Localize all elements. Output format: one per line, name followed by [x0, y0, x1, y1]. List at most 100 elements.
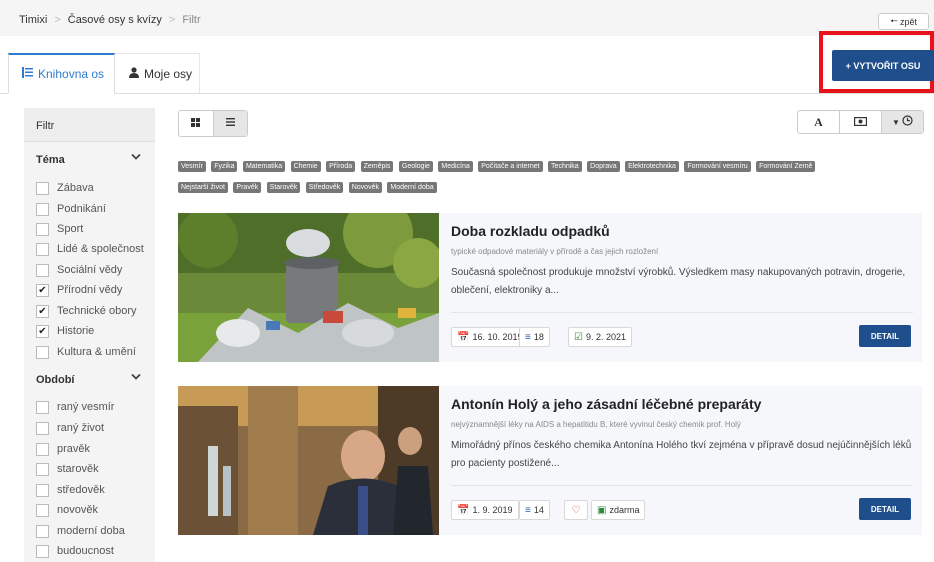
- card-description: Mimořádný přínos českého chemika Antonín…: [451, 440, 912, 469]
- filter-option-lide-spolecnost[interactable]: Lidé & společnost: [36, 240, 144, 258]
- tag[interactable]: Vesmír: [178, 161, 206, 172]
- grid-view-button[interactable]: [179, 111, 213, 136]
- clock-icon: [902, 115, 913, 129]
- card-title[interactable]: Doba rozkladu odpadků: [451, 223, 610, 239]
- checkbox-checked[interactable]: ✔: [36, 304, 49, 318]
- checkbox[interactable]: [36, 442, 49, 456]
- back-button[interactable]: 🠔 zpět: [878, 13, 929, 30]
- tag[interactable]: Středověk: [305, 182, 344, 193]
- detail-button[interactable]: DETAIL: [859, 325, 911, 347]
- tag[interactable]: Medicína: [438, 161, 473, 172]
- filter-option-label: středověk: [57, 484, 105, 496]
- tab-my-timelines[interactable]: Moje osy: [115, 53, 200, 93]
- create-timeline-button[interactable]: + VYTVOŘIT OSU: [832, 50, 934, 81]
- tag[interactable]: Počítače a internet: [478, 161, 543, 172]
- checkbox[interactable]: [36, 421, 49, 435]
- filter-option-pravek[interactable]: pravěk: [36, 440, 90, 458]
- filter-option-starovek[interactable]: starověk: [36, 460, 99, 478]
- filter-option-label: budoucnost: [57, 545, 114, 557]
- filter-option-budoucnost[interactable]: budoucnost: [36, 542, 114, 560]
- breadcrumb-timelines[interactable]: Časové osy s kvízy: [68, 14, 162, 26]
- timeline-card[interactable]: Antonín Holý a jeho zásadní léčebné prep…: [178, 386, 922, 535]
- top-bar: Timixi > Časové osy s kvízy > Filtr 🠔 zpět: [0, 0, 934, 36]
- filter-option-prirodni-vedy[interactable]: ✔ Přírodní vědy: [36, 281, 122, 299]
- checkbox[interactable]: [36, 242, 49, 256]
- card-events-badge: ≡ 14: [519, 500, 550, 520]
- checkbox[interactable]: [36, 222, 49, 236]
- filter-option-rany-zivot[interactable]: raný život: [36, 419, 104, 437]
- tag[interactable]: Novověk: [348, 182, 382, 193]
- favorite-button[interactable]: ♡: [564, 500, 588, 520]
- breadcrumb-home[interactable]: Timixi: [19, 14, 47, 26]
- card-updated: 9. 2. 2021: [585, 332, 627, 342]
- back-button-label: zpět: [899, 16, 917, 27]
- checkbox[interactable]: [36, 524, 49, 538]
- chevron-down-icon[interactable]: [131, 372, 141, 384]
- card-price-badge: ▣ zdarma: [591, 500, 646, 520]
- filter-option-socialni-vedy[interactable]: Sociální vědy: [36, 261, 122, 279]
- filter-option-podnikani[interactable]: Podnikání: [36, 200, 106, 218]
- filter-option-label: starověk: [57, 463, 99, 475]
- tag[interactable]: Fyzika: [211, 161, 238, 172]
- tag[interactable]: Elektrotechnika: [625, 161, 679, 172]
- tag[interactable]: Pravěk: [233, 182, 262, 193]
- caret-down-icon: ▼: [892, 117, 900, 127]
- checkbox[interactable]: [36, 263, 49, 277]
- tag[interactable]: Nejstarší život: [178, 182, 228, 193]
- filter-option-sport[interactable]: Sport: [36, 220, 83, 238]
- filter-option-stredovek[interactable]: středověk: [36, 481, 105, 499]
- filter-option-label: Sociální vědy: [57, 264, 123, 276]
- checkbox[interactable]: [36, 544, 49, 558]
- tag[interactable]: Formování vesmíru: [684, 161, 751, 172]
- card-photo-waste[interactable]: [178, 213, 439, 362]
- checkbox[interactable]: [36, 462, 49, 476]
- sort-price-button[interactable]: [839, 111, 881, 133]
- filter-group-topic-title[interactable]: Téma: [36, 154, 65, 166]
- checkbox[interactable]: [36, 181, 49, 195]
- checkbox[interactable]: [36, 483, 49, 497]
- tag[interactable]: Chemie: [290, 161, 321, 172]
- sort-alpha-button[interactable]: A: [798, 111, 839, 133]
- tag[interactable]: Příroda: [326, 161, 356, 172]
- tab-library[interactable]: Knihovna os: [8, 53, 115, 94]
- arrow-left-icon: 🠔: [890, 15, 898, 26]
- timeline-card[interactable]: Doba rozkladu odpadků typické odpadové m…: [178, 213, 922, 362]
- tag[interactable]: Matematika: [242, 161, 286, 172]
- detail-button[interactable]: DETAIL: [859, 498, 911, 520]
- filter-option-zabava[interactable]: Zábava: [36, 179, 94, 197]
- checkbox-checked[interactable]: ✔: [36, 283, 49, 297]
- filter-option-kultura-umeni[interactable]: Kultura & umění: [36, 343, 136, 361]
- money-icon: ▣: [597, 504, 607, 516]
- tab-my-timelines-label: Moje osy: [144, 66, 193, 81]
- calendar-icon: 📅: [457, 331, 470, 343]
- tag[interactable]: Doprava: [587, 161, 620, 172]
- filter-option-historie[interactable]: ✔ Historie: [36, 322, 94, 340]
- tag[interactable]: Technika: [548, 161, 582, 172]
- tag[interactable]: Geologie: [398, 161, 433, 172]
- checkbox[interactable]: [36, 345, 49, 359]
- card-date-badge: 📅 1. 9. 2019: [451, 500, 519, 520]
- tag[interactable]: Moderní doba: [387, 182, 437, 193]
- tag[interactable]: Starověk: [266, 182, 301, 193]
- tag[interactable]: Formování Země: [756, 161, 816, 172]
- card-title[interactable]: Antonín Holý a jeho zásadní léčebné prep…: [451, 396, 761, 412]
- checkbox-checked[interactable]: ✔: [36, 324, 49, 338]
- sort-time-button[interactable]: ▼: [881, 111, 923, 133]
- checkbox[interactable]: [36, 503, 49, 517]
- tag[interactable]: Zeměpis: [360, 161, 394, 172]
- tag-list: Vesmír Fyzika Matematika Chemie Příroda …: [178, 155, 898, 197]
- chevron-down-icon[interactable]: [131, 152, 141, 164]
- list-view-button[interactable]: [212, 111, 247, 136]
- filter-header: Filtr: [24, 108, 155, 142]
- card-photo-antonin-holy[interactable]: [178, 386, 439, 535]
- card-price: zdarma: [609, 505, 640, 515]
- checkbox[interactable]: [36, 400, 49, 414]
- filter-group-period-title[interactable]: Období: [36, 374, 75, 386]
- checkbox[interactable]: [36, 202, 49, 216]
- filter-option-technicke-obory[interactable]: ✔ Technické obory: [36, 302, 137, 320]
- tab-library-label: Knihovna os: [38, 67, 105, 81]
- filter-option-rany-vesmir[interactable]: raný vesmír: [36, 398, 114, 416]
- filter-option-moderni-doba[interactable]: moderní doba: [36, 522, 125, 540]
- filter-option-novovek[interactable]: novověk: [36, 501, 98, 519]
- filter-sidebar: Filtr Téma Zábava Podnikání Sport Lidé &…: [24, 108, 155, 562]
